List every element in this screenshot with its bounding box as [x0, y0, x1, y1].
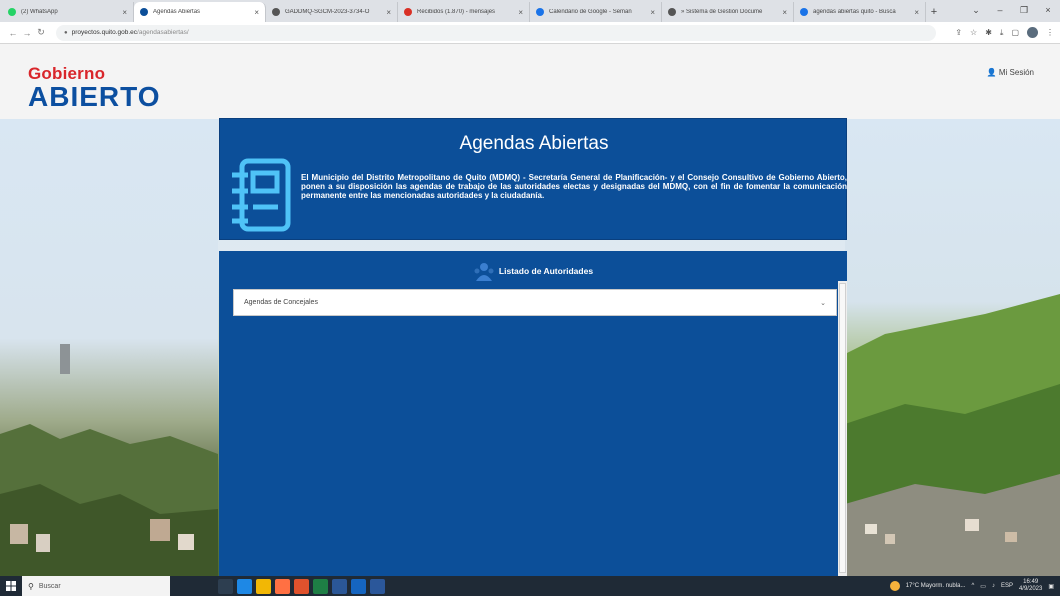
tab-close-icon[interactable]: × [914, 8, 919, 17]
tab-favicon-icon [404, 8, 412, 16]
tab-favicon-icon [272, 8, 280, 16]
url-host: proyectos.quito.gob.ec [71, 29, 138, 36]
notebook-icon [232, 158, 291, 232]
profile-avatar[interactable] [1027, 27, 1038, 38]
tab-favicon-icon [668, 8, 676, 16]
tab-favicon-icon [8, 8, 16, 16]
page-title: Agendas Abiertas [459, 133, 609, 154]
tab-title: (2) WhatsApp [21, 9, 58, 15]
scrollbar-thumb[interactable] [839, 283, 846, 573]
browser-tab[interactable]: » Sistema de Gestión Docume × [662, 2, 794, 22]
browser-tab[interactable]: Recibidos (1.870) - mensajes × [398, 2, 530, 22]
toolbar-actions: ⇪ ☆ ✱ ⤓ ▢ ⋮ [955, 27, 1054, 38]
back-icon[interactable]: ← [6, 28, 20, 38]
tab-favicon-icon [140, 8, 148, 16]
system-tray: 17°C Mayorm. nubla... ^ ▭ ♪ ESP 16:49 4/… [889, 579, 1060, 593]
authorities-title: Listado de Autoridades [498, 266, 594, 276]
bookmark-star-icon[interactable]: ☆ [970, 28, 977, 37]
url-path: /agendasabiertas/ [137, 29, 189, 36]
file-explorer-icon[interactable] [256, 578, 271, 594]
tab-close-icon[interactable]: × [254, 8, 259, 17]
windows-logo-icon [6, 581, 16, 591]
background-city-right [845, 294, 1060, 576]
browser-tab-strip: (2) WhatsApp × Agendas Abiertas × GADDMQ-SGC… [0, 0, 1060, 22]
extensions-icon[interactable]: ✱ [985, 28, 992, 37]
tab-title: Agendas Abiertas [153, 9, 201, 15]
browser-tab[interactable]: (2) WhatsApp × [2, 2, 134, 22]
start-button[interactable] [0, 576, 22, 596]
download-icon[interactable]: ⤓ [1000, 28, 1004, 38]
browser-tab[interactable]: GADDMQ-SGCM-2023-3734-O × [266, 2, 398, 22]
word-icon[interactable] [370, 578, 385, 594]
site-header: Gobierno ABIERTO 👤 Mi Sesión [0, 44, 1060, 119]
tab-close-icon[interactable]: × [518, 8, 523, 17]
close-window-icon[interactable]: × [1036, 5, 1060, 15]
edge-icon[interactable] [237, 578, 252, 594]
window-controls: ⌄ – ❐ × [964, 0, 1060, 20]
authority-select-value: Agendas de Concejales [244, 299, 318, 306]
tab-favicon-icon [536, 8, 544, 16]
browser-tab[interactable]: agendas abiertas quito - Busca × [794, 2, 926, 22]
tab-close-icon[interactable]: × [386, 8, 391, 17]
panel-scrollbar[interactable] [838, 281, 847, 576]
background-city-left [0, 344, 218, 576]
clock-date: 4/9/2023 [1018, 586, 1043, 592]
menu-icon[interactable]: ⋮ [1046, 28, 1054, 37]
restore-icon[interactable]: ❐ [1012, 5, 1036, 16]
taskbar-search[interactable]: ⚲ Buscar [22, 576, 170, 596]
sidebar-icon[interactable]: ▢ [1011, 28, 1019, 37]
browser-tab[interactable]: Calendario de Google - Seman × [530, 2, 662, 22]
authorities-panel: Listado de Autoridades Agendas de Concej… [219, 251, 847, 576]
notifications-icon[interactable]: ▣ [1048, 583, 1054, 590]
chrome-icon[interactable] [294, 578, 309, 594]
share-icon[interactable]: ⇪ [955, 28, 962, 37]
tab-close-icon[interactable]: × [650, 8, 655, 17]
weather-icon[interactable] [889, 581, 900, 591]
internet-explorer-icon[interactable] [351, 578, 366, 594]
browser-toolbar: ← → ↻ ● proyectos.quito.gob.ec/agendasab… [0, 22, 1060, 44]
excel-icon[interactable] [313, 578, 328, 594]
taskbar-apps [218, 578, 385, 594]
hero-banner: Agendas Abiertas El Municipio del Distri… [219, 118, 847, 240]
volume-icon[interactable]: ♪ [992, 583, 995, 589]
search-icon: ⚲ [28, 581, 34, 591]
minimize-icon[interactable]: – [988, 5, 1012, 15]
session-label: Mi Sesión [998, 68, 1034, 77]
chevron-down-icon: ⌄ [820, 299, 826, 307]
clock[interactable]: 16:49 4/9/2023 [1019, 579, 1042, 593]
site-info-icon[interactable]: ● [64, 30, 68, 36]
firefox-icon[interactable] [275, 578, 290, 594]
language-indicator[interactable]: ESP [1001, 583, 1013, 589]
tab-search-icon[interactable]: ⌄ [964, 5, 988, 16]
outlook-icon[interactable] [332, 578, 347, 594]
taskbar-search-placeholder: Buscar [38, 582, 61, 590]
forward-icon[interactable]: → [20, 28, 34, 38]
authorities-header: Listado de Autoridades [219, 261, 847, 281]
hero-description: El Municipio del Distrito Metropolitano … [301, 173, 847, 200]
new-tab-button[interactable]: + [926, 2, 942, 22]
tab-title: » Sistema de Gestión Docume [681, 9, 763, 15]
tab-close-icon[interactable]: × [122, 8, 127, 17]
browser-tab[interactable]: Agendas Abiertas × [134, 2, 266, 22]
people-icon [474, 263, 494, 281]
weather-text[interactable]: 17°C Mayorm. nubla... [906, 583, 966, 589]
task-view-icon[interactable] [218, 578, 233, 594]
tab-title: Recibidos (1.870) - mensajes [417, 9, 496, 15]
address-bar[interactable]: ● proyectos.quito.gob.ec/agendasabiertas… [56, 24, 936, 41]
session-link[interactable]: 👤 Mi Sesión [987, 68, 1034, 77]
logo-abierto[interactable]: ABIERTO [28, 81, 161, 113]
tab-title: GADDMQ-SGCM-2023-3734-O [285, 9, 370, 15]
clock-time: 16:49 [1023, 579, 1039, 585]
user-icon: 👤 [986, 68, 997, 77]
reload-icon[interactable]: ↻ [34, 27, 48, 38]
network-icon[interactable]: ▭ [980, 583, 986, 590]
tray-chevron-icon[interactable]: ^ [971, 583, 974, 589]
tab-close-icon[interactable]: × [782, 8, 787, 17]
web-page: Gobierno ABIERTO 👤 Mi Sesión Agendas Abi… [0, 44, 1060, 576]
tab-title: Calendario de Google - Seman [549, 9, 632, 15]
tab-title: agendas abiertas quito - Busca [813, 9, 896, 15]
authority-select[interactable]: Agendas de Concejales ⌄ [233, 289, 837, 316]
windows-taskbar: ⚲ Buscar 17°C Mayorm. nubla... ^ ▭ ♪ ESP… [0, 576, 1060, 596]
tab-favicon-icon [800, 8, 808, 16]
